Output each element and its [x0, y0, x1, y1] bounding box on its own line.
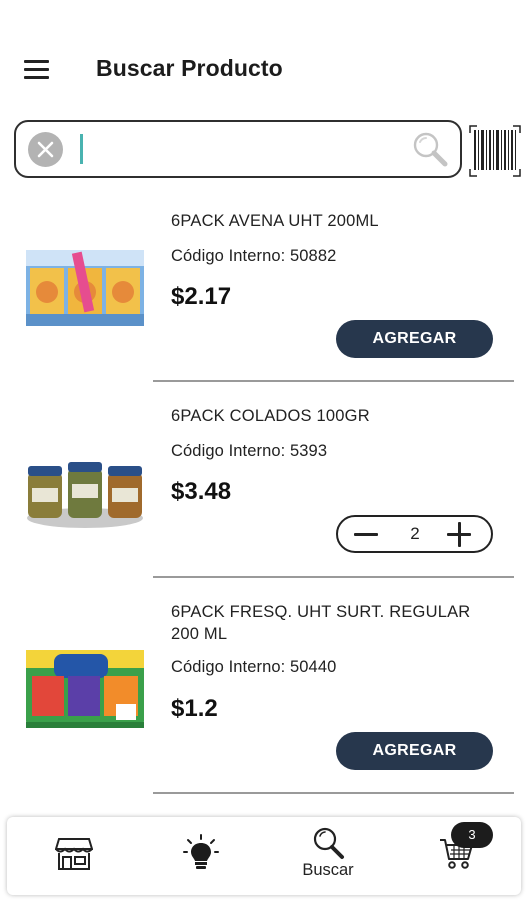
- page-title: Buscar Producto: [96, 55, 283, 81]
- minus-icon[interactable]: [354, 526, 380, 544]
- product-code: Código Interno: 50440: [171, 658, 337, 676]
- text-cursor: [80, 134, 83, 164]
- search-icon: [313, 827, 344, 859]
- divider: [153, 380, 514, 382]
- product-name: 6PACK AVENA UHT 200ML: [171, 212, 379, 230]
- add-to-cart-button[interactable]: AGREGAR: [336, 320, 493, 358]
- product-name: 6PACK COLADOS 100GR: [171, 407, 370, 425]
- search-bar: [14, 120, 462, 178]
- product-price: $3.48: [171, 478, 232, 505]
- nav-item-buscar[interactable]: Buscar: [283, 817, 373, 895]
- product-image-fresqui[interactable]: [24, 646, 146, 736]
- product-image-colados[interactable]: [24, 444, 146, 534]
- clear-x-icon[interactable]: [28, 132, 63, 167]
- product-code: Código Interno: 5393: [171, 442, 328, 460]
- search-input[interactable]: [86, 132, 396, 168]
- hamburger-menu-icon[interactable]: [22, 57, 52, 81]
- lightbulb-icon: [183, 834, 219, 869]
- product-name: 6PACK FRESQ. UHT SURT. REGULAR 200 ML: [171, 603, 471, 643]
- product-price: $1.2: [171, 695, 218, 722]
- add-to-cart-button[interactable]: AGREGAR: [336, 732, 493, 770]
- quantity-stepper: 2: [336, 515, 493, 553]
- divider: [153, 576, 514, 578]
- product-price: $2.17: [171, 283, 232, 310]
- product-image-avena[interactable]: [24, 242, 146, 332]
- bottom-navigation: Buscar: [7, 817, 521, 895]
- nav-item-tips[interactable]: [155, 817, 245, 895]
- product-code: Código Interno: 50882: [171, 247, 337, 265]
- cart-count-badge: 3: [451, 822, 493, 848]
- barcode-scanner-icon[interactable]: [468, 124, 522, 178]
- nav-label-buscar: Buscar: [302, 861, 354, 879]
- quantity-value: 2: [410, 524, 420, 543]
- magnifier-icon[interactable]: [410, 130, 450, 170]
- plus-icon[interactable]: [447, 522, 473, 548]
- nav-item-store[interactable]: [29, 817, 119, 895]
- store-icon: [55, 838, 93, 870]
- divider: [153, 792, 514, 794]
- app-header: Buscar Producto: [0, 0, 527, 110]
